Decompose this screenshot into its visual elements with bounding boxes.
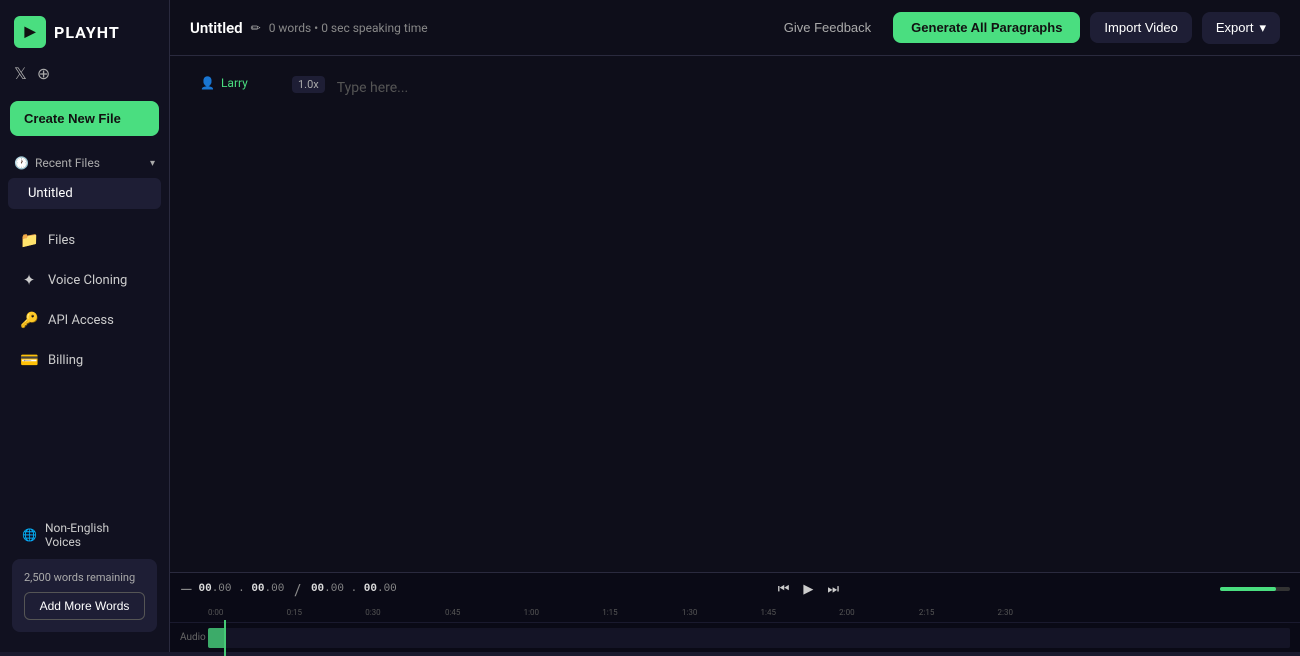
top-bar-left: Untitled ✏ 0 words • 0 sec speaking time <box>190 19 428 37</box>
voice-selector[interactable]: 👤 Larry <box>200 76 280 90</box>
speed-badge[interactable]: 1.0x <box>292 76 325 93</box>
sidebar-item-billing[interactable]: 💳 Billing <box>6 341 163 379</box>
volume-section <box>1220 587 1290 591</box>
sidebar-item-files[interactable]: 📁 Files <box>6 221 163 259</box>
top-bar-right: Give Feedback Generate All Paragraphs Im… <box>772 12 1280 44</box>
sidebar-item-api-access[interactable]: 🔑 API Access <box>6 301 163 339</box>
add-words-button[interactable]: Add More Words <box>24 592 145 620</box>
logo-text: PLAYHT <box>54 23 120 42</box>
controls-row: — 00.00 . 00.00 / 00.00 . 00.00 ⏮ ▶ ⏭ <box>170 573 1300 605</box>
generate-button[interactable]: Generate All Paragraphs <box>893 12 1080 43</box>
playhead-line <box>224 620 226 656</box>
ruler-tick: 1:00 <box>524 608 539 617</box>
track-segment <box>208 628 224 648</box>
non-english-label: Non-English Voices <box>45 521 147 549</box>
clock-icon: 🕐 <box>14 156 29 170</box>
audio-track <box>208 628 1290 648</box>
files-icon: 📁 <box>20 231 38 249</box>
recent-file-item[interactable]: Untitled <box>8 178 161 209</box>
words-remaining-text: 2,500 words remaining <box>24 571 145 584</box>
social-links: 𝕏 ⊕ <box>0 64 169 97</box>
ruler-tick: 1:45 <box>761 608 776 617</box>
ruler-tick: 0:15 <box>287 608 302 617</box>
paragraph-row: 👤 Larry 1.0x <box>200 76 1270 100</box>
ruler-tick: 2:00 <box>839 608 854 617</box>
export-label: Export <box>1216 20 1254 35</box>
files-label: Files <box>48 233 75 248</box>
billing-icon: 💳 <box>20 351 38 369</box>
logo-icon: ▶ <box>14 16 46 48</box>
discord-icon[interactable]: ⊕ <box>37 64 50 83</box>
tracks-row: Audio <box>170 623 1300 652</box>
ruler-tick: 1:30 <box>682 608 697 617</box>
voice-cloning-icon: ✦ <box>20 271 38 289</box>
audio-track-label: Audio <box>170 632 208 643</box>
word-count: 0 words • 0 sec speaking time <box>269 21 428 35</box>
billing-label: Billing <box>48 353 83 368</box>
time-separator: / <box>294 580 301 599</box>
api-access-label: API Access <box>48 313 114 328</box>
current-time: 00.00 . 00.00 <box>199 583 285 595</box>
ruler-tick: 1:15 <box>602 608 617 617</box>
globe-icon: 🌐 <box>22 528 37 542</box>
main-content: Untitled ✏ 0 words • 0 sec speaking time… <box>170 0 1300 652</box>
sidebar: ▶ PLAYHT 𝕏 ⊕ Create New File 🕐 Recent Fi… <box>0 0 170 652</box>
recent-files-header[interactable]: 🕐 Recent Files ▾ <box>0 148 169 176</box>
ruler-tick: 0:30 <box>365 608 380 617</box>
editor-area: 👤 Larry 1.0x <box>170 56 1300 572</box>
ruler-tick: 2:30 <box>998 608 1013 617</box>
skip-forward-button[interactable]: ⏭ <box>823 579 843 599</box>
voice-cloning-label: Voice Cloning <box>48 273 127 288</box>
nav-items: 📁 Files ✦ Voice Cloning 🔑 API Access 💳 B… <box>0 219 169 381</box>
top-bar: Untitled ✏ 0 words • 0 sec speaking time… <box>170 0 1300 56</box>
play-button[interactable]: ▶ <box>799 579 817 599</box>
feedback-button[interactable]: Give Feedback <box>772 14 883 41</box>
ruler-tick: 2:15 <box>919 608 934 617</box>
create-new-button[interactable]: Create New File <box>10 101 159 136</box>
sidebar-item-voice-cloning[interactable]: ✦ Voice Cloning <box>6 261 163 299</box>
export-button[interactable]: Export ▾ <box>1202 12 1280 44</box>
bottom-bar: — 00.00 . 00.00 / 00.00 . 00.00 ⏮ ▶ ⏭ <box>170 572 1300 652</box>
skip-back-button[interactable]: ⏮ <box>774 579 794 599</box>
paragraph-text-input[interactable] <box>337 76 1270 100</box>
export-chevron-icon: ▾ <box>1259 20 1266 36</box>
recent-files-label: Recent Files <box>35 156 100 170</box>
edit-icon[interactable]: ✏ <box>251 21 261 35</box>
voice-name: Larry <box>221 76 248 90</box>
total-time: 00.00 . 00.00 <box>311 583 397 595</box>
ruler-right: 0:00 0:15 0:30 0:45 1:00 1:15 1:30 1:45 2:00 2:15… <box>208 605 1300 623</box>
twitter-icon[interactable]: 𝕏 <box>14 64 27 83</box>
ruler-tick: 0:45 <box>445 608 460 617</box>
non-english-voices-item[interactable]: 🌐 Non-English Voices <box>12 511 157 559</box>
chevron-down-icon: ▾ <box>150 158 155 169</box>
ruler-timeline: 0:00 0:15 0:30 0:45 1:00 1:15 1:30 1:45 2:00 2:15… <box>170 605 1300 623</box>
file-title: Untitled <box>190 19 243 37</box>
volume-slider[interactable] <box>1220 587 1290 591</box>
voice-person-icon: 👤 <box>200 76 215 90</box>
words-remaining-box: 2,500 words remaining Add More Words <box>12 559 157 632</box>
sidebar-bottom: 🌐 Non-English Voices 2,500 words remaini… <box>0 499 169 652</box>
ruler-tick: 0:00 <box>208 608 223 617</box>
api-access-icon: 🔑 <box>20 311 38 329</box>
dash-separator: — <box>180 580 193 599</box>
logo-area: ▶ PLAYHT <box>0 0 169 64</box>
import-button[interactable]: Import Video <box>1090 12 1191 43</box>
